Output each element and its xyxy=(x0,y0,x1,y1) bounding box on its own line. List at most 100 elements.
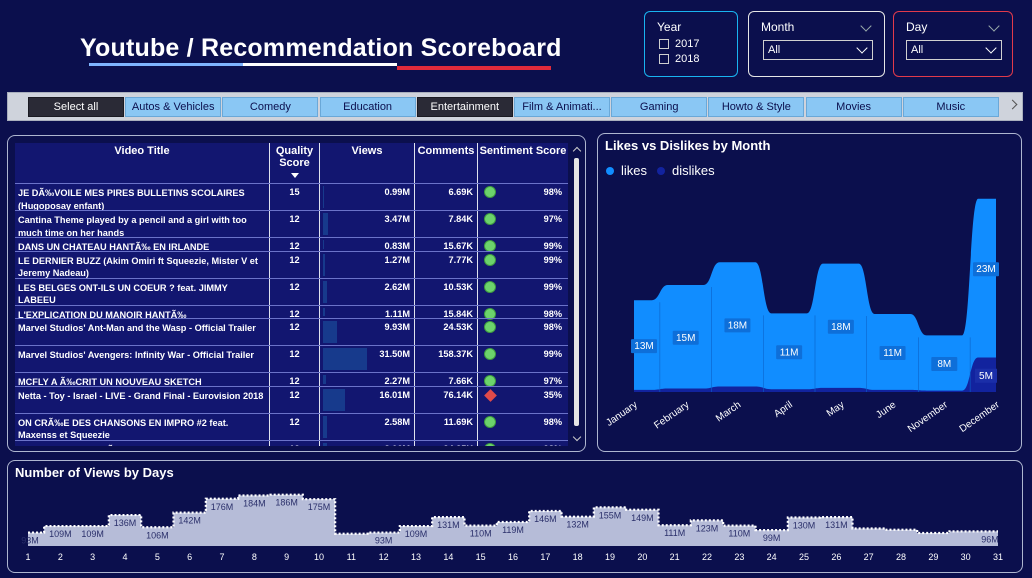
cell-comments: 7.66K xyxy=(415,373,478,386)
cell-title: LE DERNIER BUZZ (Akim Omiri ft Squeezie,… xyxy=(15,251,270,278)
green-circle-icon xyxy=(484,186,496,198)
day-tick-label: 3 xyxy=(90,552,95,562)
cell-views: 2.58M xyxy=(320,413,415,440)
day-tick-label: 14 xyxy=(443,552,453,562)
day-tick-label: 10 xyxy=(314,552,324,562)
page-title: Youtube / Recommendation Scoreboard xyxy=(80,34,562,62)
day-dropdown[interactable]: All xyxy=(906,40,1002,60)
cell-quality: 12 xyxy=(270,440,320,446)
table-row[interactable]: L'EXPLICATION DU MANOIR HANTÃ‰ 12 1.11M 15.… xyxy=(15,304,568,320)
category-button-movies[interactable]: Movies xyxy=(805,97,902,117)
views-data-label: 109M xyxy=(405,529,428,539)
table-row[interactable]: JE DÃ‰VOILE MES PIRES BULLETINS SCOLAIRE… xyxy=(15,183,568,211)
day-tick-label: 5 xyxy=(155,552,160,562)
views-databar xyxy=(323,348,367,370)
views-databar xyxy=(323,307,325,316)
views-data-label: 130M xyxy=(793,521,816,531)
table-row[interactable]: S vs L (Clash des filiÃ¨res)123.06M24.25… xyxy=(15,439,568,446)
cell-title: LES BELGES ONT-ILS UN COEUR ? feat. JIMM… xyxy=(15,278,270,305)
table-row[interactable]: Marvel Studios' Avengers: Infinity War -… xyxy=(15,345,568,372)
day-tick-label: 21 xyxy=(670,552,680,562)
table-row[interactable]: DANS UN CHATEAU HANTÃ‰ EN IRLANDE 12 0.83M… xyxy=(15,237,568,252)
cell-views: 2.62M xyxy=(320,278,415,305)
cell-sentiment: 98% xyxy=(478,319,568,345)
day-tick-label: 29 xyxy=(928,552,938,562)
category-button-comedy[interactable]: Comedy xyxy=(222,97,319,117)
col-header-views[interactable]: Views xyxy=(320,143,415,183)
category-button-howto-style[interactable]: Howto & Style xyxy=(708,97,805,117)
views-data-label: 109M xyxy=(49,529,72,539)
cell-quality: 12 xyxy=(270,278,320,305)
cell-comments: 7.77K xyxy=(415,251,478,278)
day-tick-label: 24 xyxy=(767,552,777,562)
views-data-label: 111M xyxy=(664,528,685,538)
checkbox-icon[interactable] xyxy=(659,39,669,49)
likes-data-label: 11M xyxy=(780,347,799,358)
col-header-quality[interactable]: Quality Score xyxy=(270,143,320,183)
cell-sentiment: 98% xyxy=(478,306,568,320)
checkbox-icon[interactable] xyxy=(659,54,669,64)
table-row[interactable]: MCFLY A Ã‰CRIT UN NOUVEAU SKETCH 12 2.27M 7… xyxy=(15,372,568,387)
chevron-down-icon[interactable] xyxy=(860,20,872,32)
category-button-select-all[interactable]: Select all xyxy=(28,97,124,117)
red-diamond-icon xyxy=(484,388,497,402)
table-row[interactable]: LE DERNIER BUZZ (Akim Omiri ft Squeezie,… xyxy=(15,250,568,278)
views-databar xyxy=(323,415,327,438)
table-row[interactable]: ON CRÃ‰E DES CHANSONS EN IMPRO #2 feat. … xyxy=(15,412,568,440)
cell-comments: 10.53K xyxy=(415,278,478,305)
cell-quality: 12 xyxy=(270,251,320,278)
scroll-up-icon[interactable] xyxy=(572,146,582,156)
day-tick-label: 13 xyxy=(411,552,421,562)
x-tick-label: January xyxy=(604,399,639,428)
cell-title: Netta - Toy - Israel - LIVE - Grand Fina… xyxy=(15,386,270,413)
table-row[interactable]: Marvel Studios' Ant-Man and the Wasp - O… xyxy=(15,318,568,345)
chevron-down-icon[interactable] xyxy=(988,20,1000,32)
category-button-film-animati[interactable]: Film & Animati... xyxy=(514,97,610,117)
category-button-entertainment[interactable]: Entertainment xyxy=(416,97,513,117)
views-data-label: 110M xyxy=(728,529,750,539)
cell-sentiment: 99% xyxy=(478,346,568,372)
cell-sentiment: 97% xyxy=(478,211,568,237)
table-row[interactable]: Cantina Theme played by a pencil and a g… xyxy=(15,210,568,238)
views-databar xyxy=(323,442,327,446)
cell-title: Marvel Studios' Ant-Man and the Wasp - O… xyxy=(15,319,270,345)
likes-data-label: 23M xyxy=(976,264,995,275)
views-databar xyxy=(323,388,345,411)
cell-comments: 7.84K xyxy=(415,211,478,237)
table-row[interactable]: LES BELGES ONT-ILS UN COEUR ? feat. JIMM… xyxy=(15,277,568,305)
month-dropdown[interactable]: All xyxy=(763,40,873,60)
month-slicer: Month All xyxy=(748,11,885,77)
table-scrollbar[interactable] xyxy=(572,144,582,444)
category-button-education[interactable]: Education xyxy=(319,97,416,117)
year-option-2017[interactable]: 2017 xyxy=(659,38,699,50)
day-tick-label: 18 xyxy=(573,552,583,562)
views-data-label: 184M xyxy=(243,499,266,509)
col-header-title[interactable]: Video Title xyxy=(15,143,270,183)
scroll-thumb[interactable] xyxy=(574,158,579,426)
day-tick-label: 4 xyxy=(122,552,127,562)
cell-sentiment: 98% xyxy=(478,441,568,446)
views-data-label: 106M xyxy=(146,530,169,540)
category-button-music[interactable]: Music xyxy=(902,97,999,117)
x-tick-label: June xyxy=(874,399,898,421)
green-circle-icon xyxy=(484,280,496,293)
views-databar xyxy=(323,321,337,343)
cell-views: 1.11M xyxy=(320,305,415,319)
category-button-gaming[interactable]: Gaming xyxy=(611,97,708,117)
cell-quality: 12 xyxy=(270,238,320,251)
scroll-down-icon[interactable] xyxy=(572,432,582,442)
title-underline xyxy=(89,63,551,72)
year-option-2018[interactable]: 2018 xyxy=(659,53,699,65)
cell-title: L'EXPLICATION DU MANOIR HANTÃ‰ xyxy=(15,305,270,320)
cell-sentiment: 99% xyxy=(478,252,568,278)
chevron-right-icon[interactable] xyxy=(1007,99,1018,110)
likes-dislikes-chart: 13M 15M 18M 11M 18M 11M 8M 23M 5M January February… xyxy=(604,198,1002,435)
likes-data-label: 8M xyxy=(937,359,951,370)
col-header-sentiment[interactable]: Sentiment Score xyxy=(478,143,568,183)
col-header-comments[interactable]: Comments xyxy=(415,143,478,183)
category-button-autos-vehicles[interactable]: Autos & Vehicles xyxy=(125,97,222,117)
views-data-label: 155M xyxy=(599,510,622,520)
cell-title: MCFLY A Ã‰CRIT UN NOUVEAU SKETCH xyxy=(15,373,270,387)
x-tick-label: April xyxy=(772,399,795,419)
table-row[interactable]: Netta - Toy - Israel - LIVE - Grand Fina… xyxy=(15,385,568,413)
